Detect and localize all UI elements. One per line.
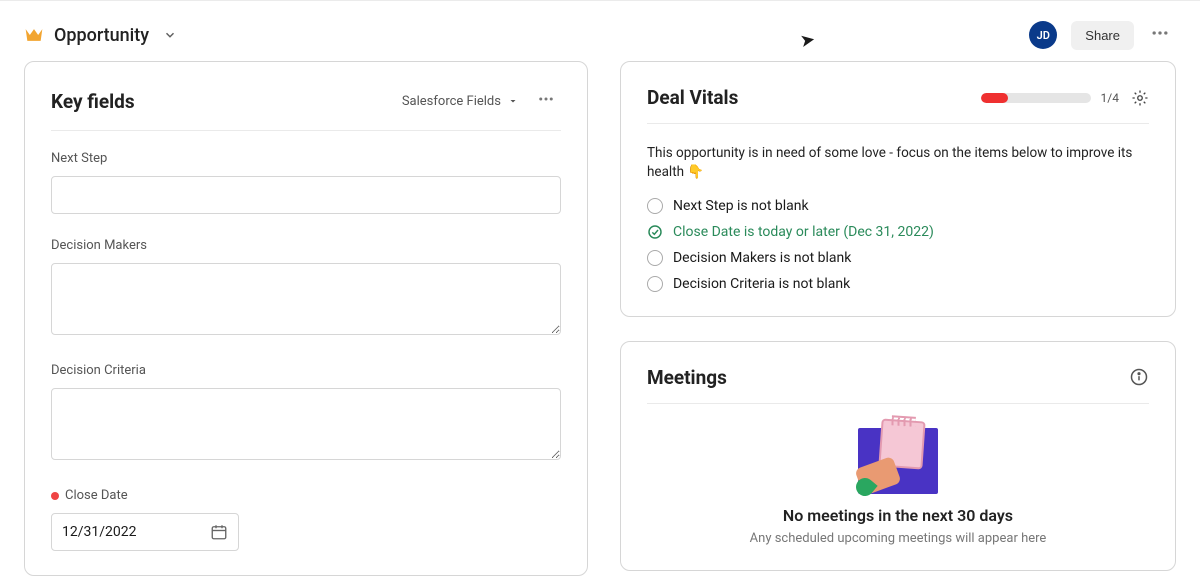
close-date-label: Close Date — [51, 488, 561, 503]
topbar: Opportunity JD Share — [0, 0, 1200, 61]
deal-vitals-panel: Deal Vitals 1/4 This opportunity is in n… — [620, 61, 1176, 317]
vitals-item-text: Close Date is today or later (Dec 31, 20… — [673, 224, 934, 240]
required-dot-icon — [51, 492, 59, 500]
vitals-checklist: Next Step is not blank Close Date is tod… — [647, 198, 1149, 292]
avatar-initials: JD — [1037, 29, 1050, 42]
radio-unchecked-icon — [647, 198, 663, 214]
calendar-icon — [210, 523, 228, 541]
decision-criteria-input[interactable] — [51, 388, 561, 460]
meetings-empty-subtitle: Any scheduled upcoming meetings will app… — [750, 531, 1047, 546]
vitals-item[interactable]: Close Date is today or later (Dec 31, 20… — [647, 224, 1149, 240]
radio-unchecked-icon — [647, 276, 663, 292]
key-fields-panel: Key fields Salesforce Fields Next Step — [24, 61, 588, 576]
vitals-description: This opportunity is in need of some love… — [647, 144, 1149, 182]
vitals-item[interactable]: Next Step is not blank — [647, 198, 1149, 214]
next-step-label: Next Step — [51, 151, 561, 166]
meetings-empty-title: No meetings in the next 30 days — [783, 506, 1013, 525]
vitals-progress: 1/4 — [981, 91, 1119, 105]
more-menu-button[interactable] — [1144, 19, 1176, 51]
vitals-item[interactable]: Decision Makers is not blank — [647, 250, 1149, 266]
meetings-panel: Meetings No meetings in the next 30 d — [620, 341, 1176, 571]
vitals-item-text: Next Step is not blank — [673, 198, 809, 214]
vitals-item-text: Decision Criteria is not blank — [673, 276, 850, 292]
vitals-item[interactable]: Decision Criteria is not blank — [647, 276, 1149, 292]
progress-bar — [981, 93, 1091, 103]
page-title[interactable]: Opportunity — [54, 25, 149, 46]
vitals-item-text: Decision Makers is not blank — [673, 250, 851, 266]
chevron-down-icon[interactable] — [163, 28, 177, 42]
avatar[interactable]: JD — [1029, 21, 1057, 49]
key-fields-title: Key fields — [51, 90, 135, 113]
salesforce-fields-dropdown[interactable]: Salesforce Fields — [402, 94, 519, 109]
decision-makers-label: Decision Makers — [51, 238, 561, 253]
crown-icon — [24, 27, 44, 43]
next-step-input[interactable] — [51, 176, 561, 214]
deal-vitals-title: Deal Vitals — [647, 86, 738, 109]
progress-label: 1/4 — [1101, 91, 1119, 105]
check-circle-icon — [647, 224, 663, 240]
info-icon[interactable] — [1129, 367, 1149, 387]
meetings-title: Meetings — [647, 366, 727, 389]
progress-fill — [981, 93, 1009, 103]
decision-makers-input[interactable] — [51, 263, 561, 335]
sf-dropdown-label: Salesforce Fields — [402, 94, 501, 109]
close-date-input[interactable]: 12/31/2022 — [51, 513, 239, 551]
meetings-empty-illustration — [858, 422, 938, 494]
gear-icon[interactable] — [1131, 89, 1149, 107]
dots-horizontal-icon — [537, 90, 555, 108]
radio-unchecked-icon — [647, 250, 663, 266]
share-button[interactable]: Share — [1071, 21, 1134, 50]
dots-horizontal-icon — [1150, 23, 1170, 43]
caret-down-icon — [507, 95, 519, 107]
key-fields-more-button[interactable] — [531, 86, 561, 116]
decision-criteria-label: Decision Criteria — [51, 363, 561, 378]
close-date-value: 12/31/2022 — [62, 524, 137, 540]
